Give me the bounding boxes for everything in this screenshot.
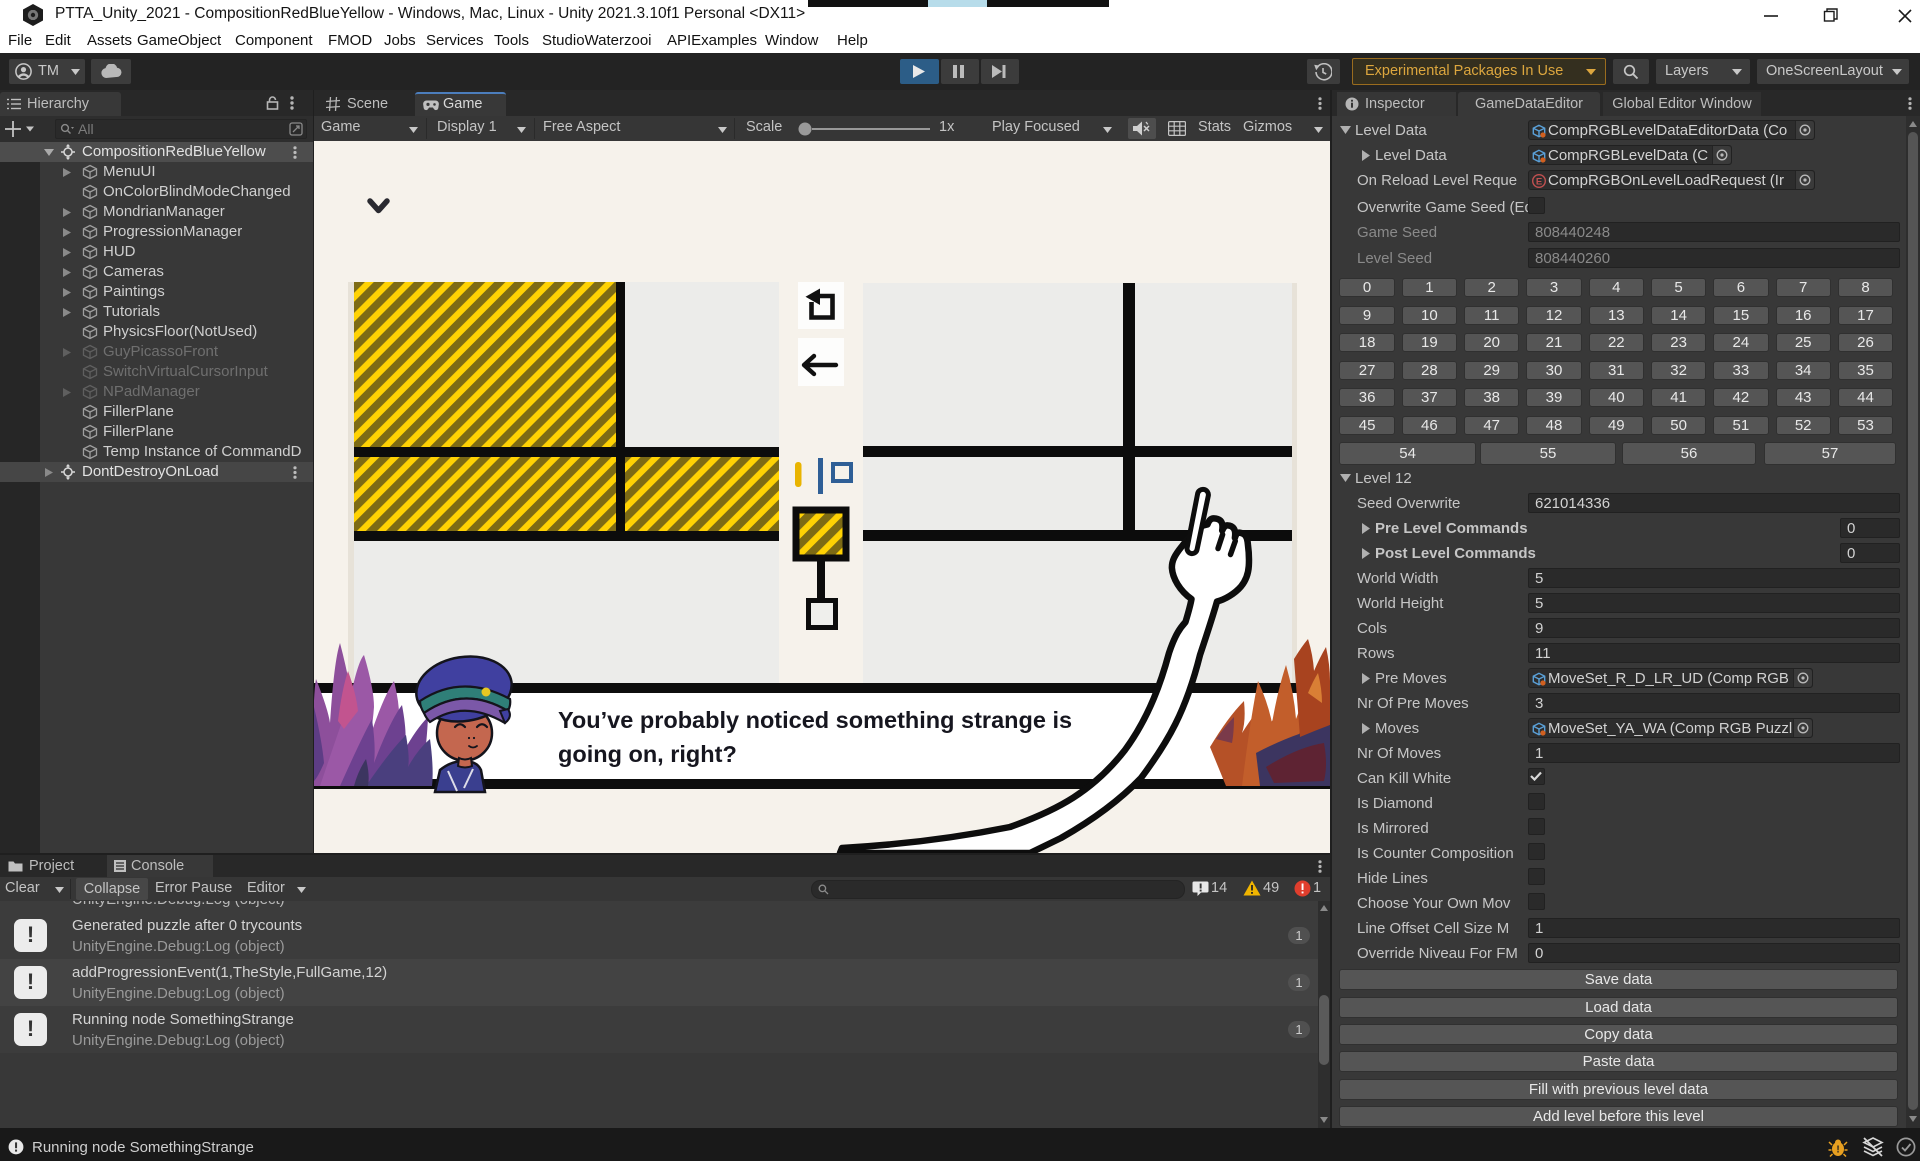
svg-text:!: !	[1836, 1145, 1839, 1156]
svg-text:E: E	[1536, 176, 1542, 187]
